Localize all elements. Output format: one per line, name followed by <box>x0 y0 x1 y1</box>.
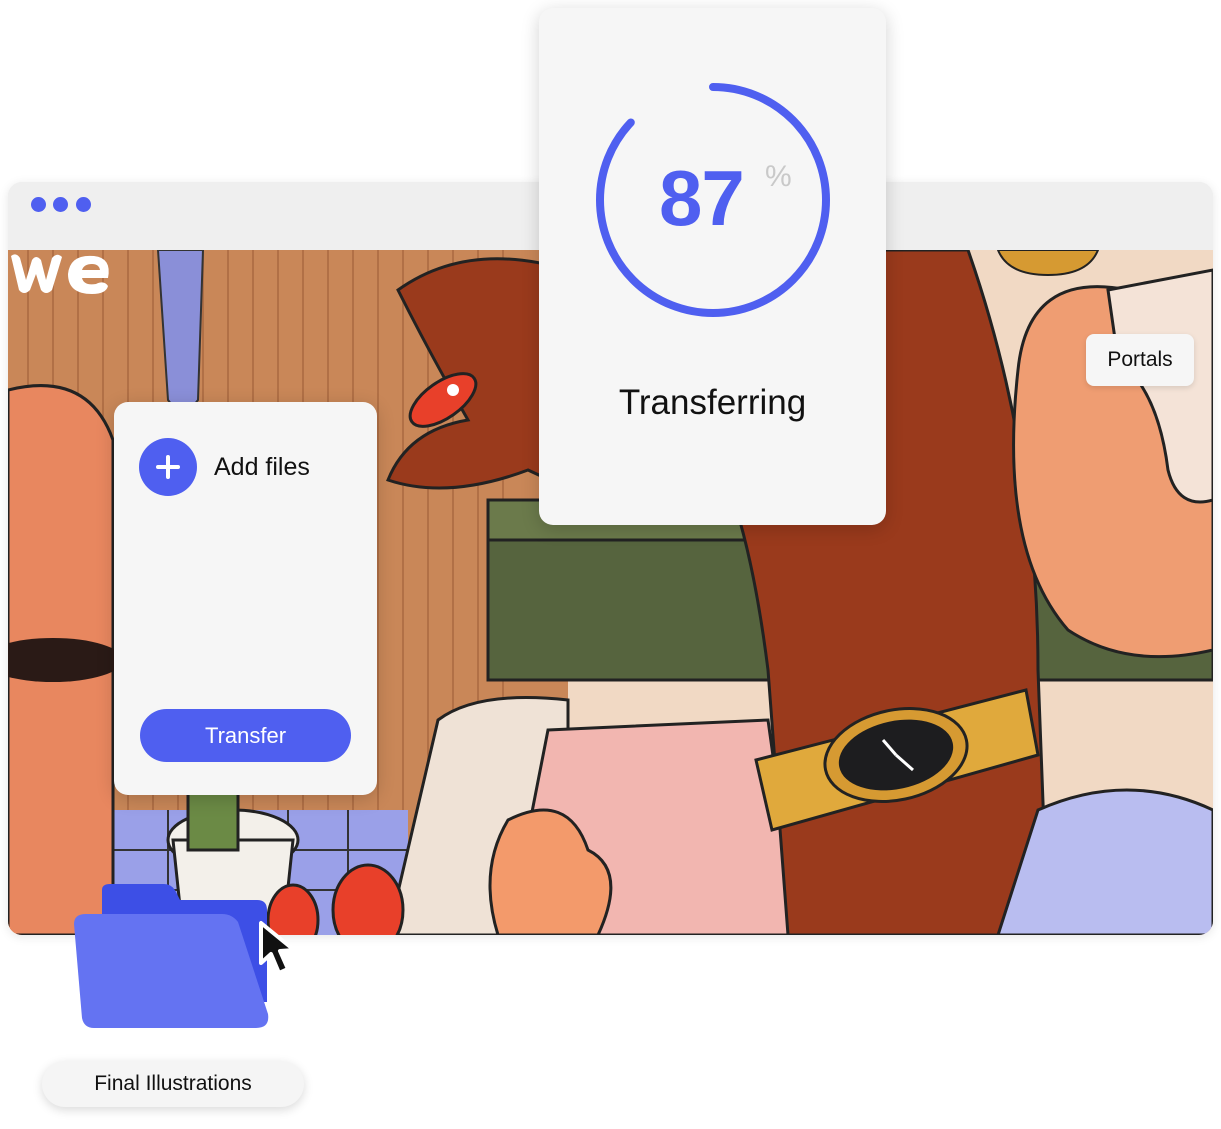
transfer-progress-panel: 87 % Transferring <box>539 8 886 525</box>
cursor-icon <box>259 921 296 975</box>
add-files-label: Add files <box>214 452 310 481</box>
window-control-dot[interactable] <box>76 197 91 212</box>
transfer-button[interactable]: Transfer <box>140 709 351 762</box>
window-control-dot[interactable] <box>53 197 68 212</box>
upload-panel: Add files Transfer <box>114 402 377 795</box>
wetransfer-logo[interactable] <box>8 250 120 298</box>
transfer-status: Transferring <box>618 383 807 422</box>
plus-icon <box>139 438 197 496</box>
add-files-button[interactable]: Add files <box>139 438 310 496</box>
progress-percent-sign: % <box>765 160 792 193</box>
window-control-dot[interactable] <box>31 197 46 212</box>
progress-percent-value: 87 <box>659 154 745 242</box>
portals-label: Portals <box>1107 348 1173 371</box>
folder-name-badge: Final Illustrations <box>42 1061 304 1107</box>
transfer-label: Transfer <box>204 722 287 748</box>
folder-icon[interactable] <box>72 882 272 1032</box>
folder-name-label: Final Illustrations <box>94 1072 252 1095</box>
portals-button[interactable]: Portals <box>1086 334 1194 386</box>
